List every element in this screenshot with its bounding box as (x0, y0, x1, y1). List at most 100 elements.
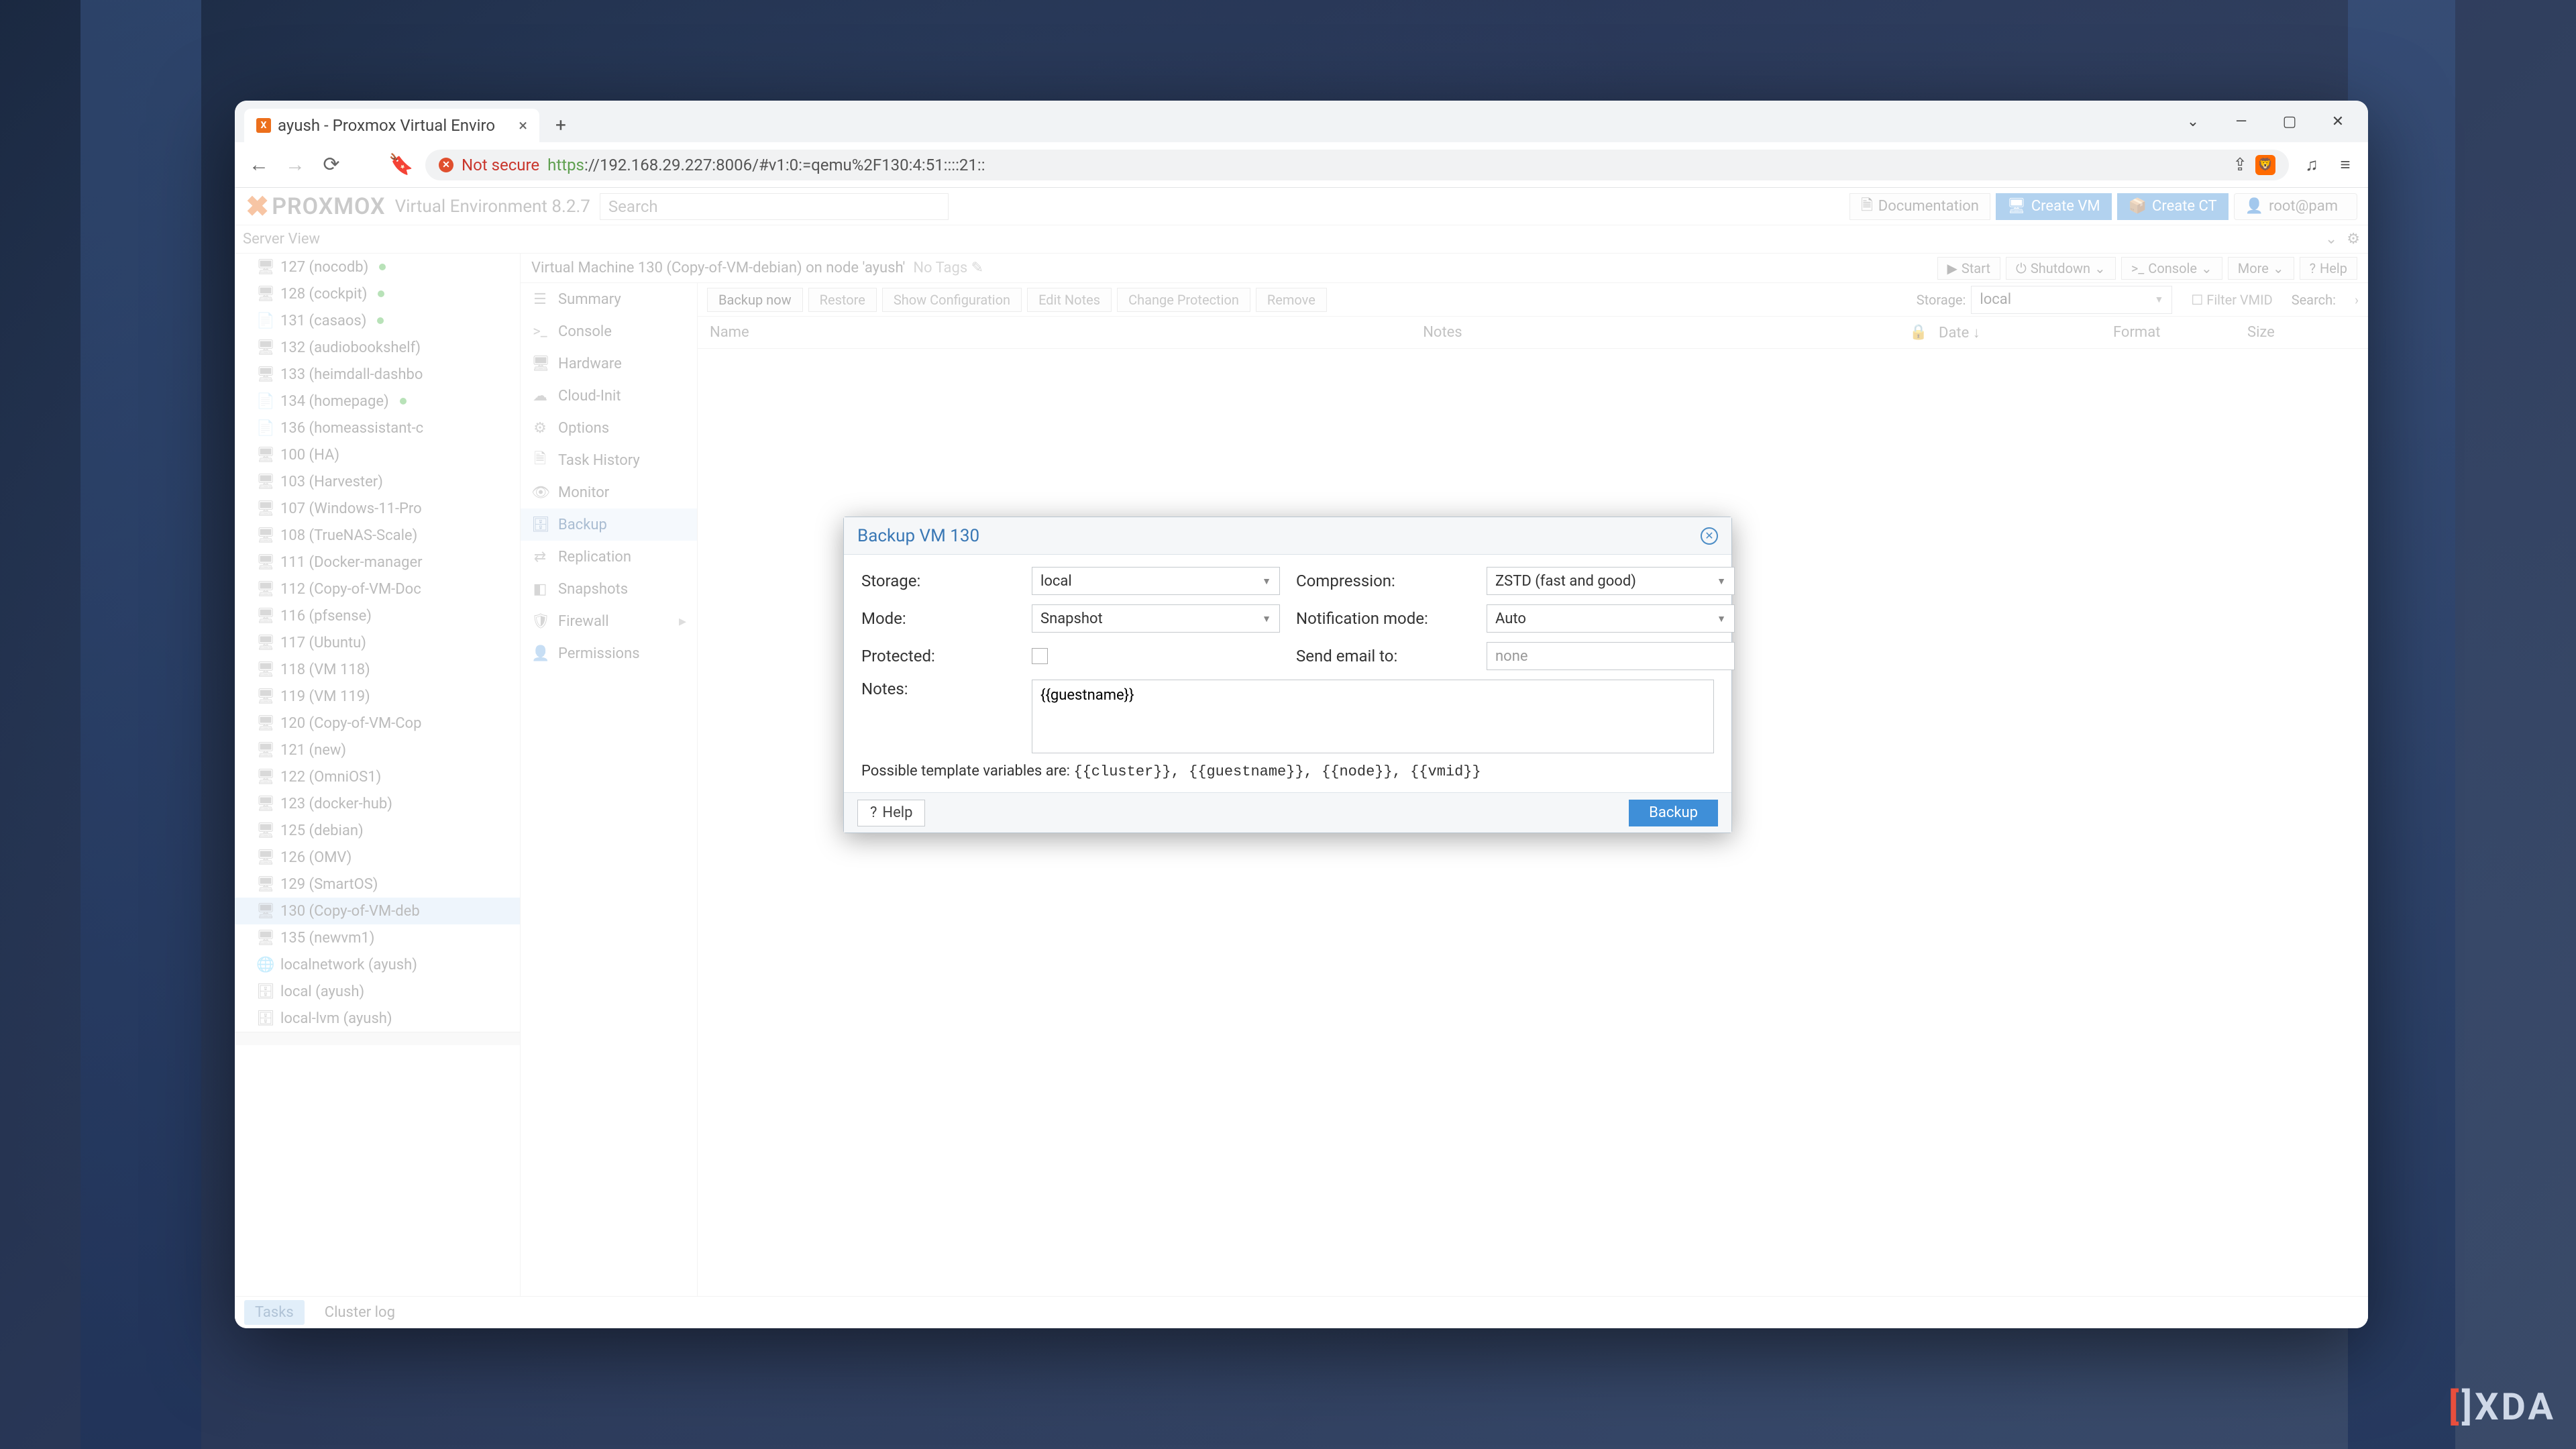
create-vm-button[interactable]: 🖥Create VM (1996, 193, 2112, 220)
tree-item[interactable]: 📄134 (homepage) (235, 388, 520, 415)
no-tags-label[interactable]: No Tags ✎ (913, 260, 983, 276)
tree-item[interactable]: 🖥135 (newvm1) (235, 924, 520, 951)
minimize-icon[interactable]: ― (2233, 113, 2250, 130)
compression-field[interactable]: ZSTD (fast and good)▼ (1487, 567, 1735, 595)
cluster-log-tab[interactable]: Cluster log (325, 1304, 395, 1321)
vmenu-item-permissions[interactable]: 👤Permissions (521, 637, 697, 669)
tree-item[interactable]: 🖥129 (SmartOS) (235, 871, 520, 898)
tree-item[interactable]: 🖥117 (Ubuntu) (235, 629, 520, 656)
vmenu-item-task-history[interactable]: 🗎Task History (521, 444, 697, 476)
notification-field[interactable]: Auto▼ (1487, 604, 1735, 633)
dialog-help-button[interactable]: ?Help (857, 800, 925, 826)
tree-scrollbar[interactable] (235, 1032, 520, 1045)
tree-item[interactable]: 🖥112 (Copy-of-VM-Doc (235, 576, 520, 602)
tree-item[interactable]: 🖥132 (audiobookshelf) (235, 334, 520, 361)
col-name[interactable]: Name (698, 324, 1423, 341)
console-button[interactable]: >_ Console ⌄ (2121, 257, 2222, 280)
vmenu-item-replication[interactable]: ⇄Replication (521, 541, 697, 573)
col-size[interactable]: Size (2247, 324, 2368, 341)
tree-item[interactable]: 🗄local-lvm (ayush) (235, 1005, 520, 1032)
tree-item[interactable]: 🖥118 (VM 118) (235, 656, 520, 683)
tree-item[interactable]: 🖥120 (Copy-of-VM-Cop (235, 710, 520, 737)
menu-icon[interactable]: ≡ (2334, 154, 2356, 176)
maximize-icon[interactable]: ▢ (2281, 113, 2298, 130)
tree-item[interactable]: 🌐localnetwork (ayush) (235, 951, 520, 978)
change-protection-button[interactable]: Change Protection (1117, 288, 1250, 312)
bookmark-icon[interactable]: 🔖 (389, 153, 413, 177)
share-icon[interactable]: ⇪ (2233, 155, 2247, 175)
vmenu-item-cloud-init[interactable]: ☁Cloud-Init (521, 380, 697, 412)
storage-select[interactable]: local▼ (1971, 286, 2172, 314)
show-config-button[interactable]: Show Configuration (882, 288, 1022, 312)
reload-button[interactable]: ⟳ (319, 153, 343, 177)
notes-textarea[interactable] (1032, 680, 1714, 753)
tree-item[interactable]: 📄136 (homeassistant-c (235, 415, 520, 441)
remove-button[interactable]: Remove (1256, 288, 1327, 312)
vmenu-item-firewall[interactable]: 🛡Firewall▸ (521, 605, 697, 637)
vmenu-item-summary[interactable]: ☰Summary (521, 283, 697, 315)
pve-search-input[interactable] (600, 193, 949, 220)
vm-title: Virtual Machine 130 (Copy-of-VM-debian) … (531, 260, 905, 276)
more-button[interactable]: More ⌄ (2228, 257, 2294, 280)
expand-icon[interactable]: › (2355, 292, 2359, 308)
chevron-down-icon[interactable]: ⌄ (2184, 113, 2202, 130)
vmenu-item-snapshots[interactable]: ◧Snapshots (521, 573, 697, 605)
col-date[interactable]: Date ↓ (1939, 324, 2113, 341)
tree-item[interactable]: 🖥111 (Docker-manager (235, 549, 520, 576)
vmenu-item-options[interactable]: ⚙Options (521, 412, 697, 444)
gear-icon[interactable]: ⚙ (2347, 231, 2360, 248)
col-lock-icon[interactable]: 🔒 (1898, 324, 1939, 341)
tree-item[interactable]: 🖥107 (Windows-11-Pro (235, 495, 520, 522)
filter-vmid-checkbox[interactable]: ☐ Filter VMID (2191, 292, 2272, 308)
tasks-tab[interactable]: Tasks (244, 1300, 305, 1325)
col-format[interactable]: Format (2113, 324, 2247, 341)
address-bar[interactable]: ✕ Not secure https ://192.168.29.227:800… (425, 150, 2289, 180)
tree-item[interactable]: 🖥123 (docker-hub) (235, 790, 520, 817)
tree-item[interactable]: 🖥121 (new) (235, 737, 520, 763)
start-button[interactable]: ▶ Start (1937, 257, 2001, 280)
tree-item[interactable]: 🖥103 (Harvester) (235, 468, 520, 495)
mode-field[interactable]: Snapshot▼ (1032, 604, 1280, 633)
dialog-close-button[interactable]: ✕ (1701, 527, 1718, 545)
vmenu-item-console[interactable]: >_Console (521, 315, 697, 347)
tab-close-icon[interactable]: × (519, 116, 527, 135)
tree-item[interactable]: 🖥128 (cockpit) (235, 280, 520, 307)
vmenu-item-backup[interactable]: 🗄Backup (521, 508, 697, 541)
col-notes[interactable]: Notes (1423, 324, 1898, 341)
close-icon[interactable]: ✕ (2329, 113, 2347, 130)
protected-checkbox[interactable] (1032, 648, 1048, 664)
shutdown-button[interactable]: ⏻ Shutdown ⌄ (2006, 257, 2116, 280)
tree-item[interactable]: 🖥130 (Copy-of-VM-deb (235, 898, 520, 924)
storage-field[interactable]: local▼ (1032, 567, 1280, 595)
tree-item[interactable]: 🖥122 (OmniOS1) (235, 763, 520, 790)
backup-now-button[interactable]: Backup now (707, 288, 803, 312)
tree-item[interactable]: 🖥100 (HA) (235, 441, 520, 468)
edit-notes-button[interactable]: Edit Notes (1027, 288, 1112, 312)
server-view-selector[interactable]: Server View⌄⚙ (235, 225, 2368, 254)
browser-tab[interactable]: X ayush - Proxmox Virtual Enviro × (244, 109, 539, 142)
vmenu-label: Summary (558, 291, 621, 308)
brave-shield-icon[interactable]: 🦁 (2255, 155, 2275, 175)
media-icon[interactable]: ♫ (2301, 154, 2322, 176)
vmenu-item-monitor[interactable]: 👁Monitor (521, 476, 697, 508)
tree-item[interactable]: 🖥133 (heimdall-dashbo (235, 361, 520, 388)
tree-item[interactable]: 🖥119 (VM 119) (235, 683, 520, 710)
email-field[interactable]: none (1487, 642, 1735, 670)
tree-item[interactable]: 🖥127 (nocodb) (235, 254, 520, 280)
new-tab-button[interactable]: + (555, 114, 566, 136)
tree-item[interactable]: 🖥108 (TrueNAS-Scale) (235, 522, 520, 549)
dialog-backup-button[interactable]: Backup (1629, 800, 1718, 826)
create-ct-button[interactable]: 📦Create CT (2117, 193, 2229, 220)
tree-item[interactable]: 🗄local (ayush) (235, 978, 520, 1005)
documentation-button[interactable]: 🗎Documentation (1849, 193, 1990, 220)
tree-item[interactable]: 🖥116 (pfsense) (235, 602, 520, 629)
back-button[interactable]: ← (247, 153, 271, 177)
tree-item[interactable]: 🖥125 (debian) (235, 817, 520, 844)
tree-item[interactable]: 🖥126 (OMV) (235, 844, 520, 871)
vmenu-item-hardware[interactable]: 🖥Hardware (521, 347, 697, 380)
user-menu-button[interactable]: 👤root@pam (2234, 193, 2357, 220)
help-button[interactable]: ? Help (2300, 257, 2357, 280)
restore-button[interactable]: Restore (808, 288, 877, 312)
forward-button[interactable]: → (283, 153, 307, 177)
tree-item[interactable]: 📄131 (casaos) (235, 307, 520, 334)
